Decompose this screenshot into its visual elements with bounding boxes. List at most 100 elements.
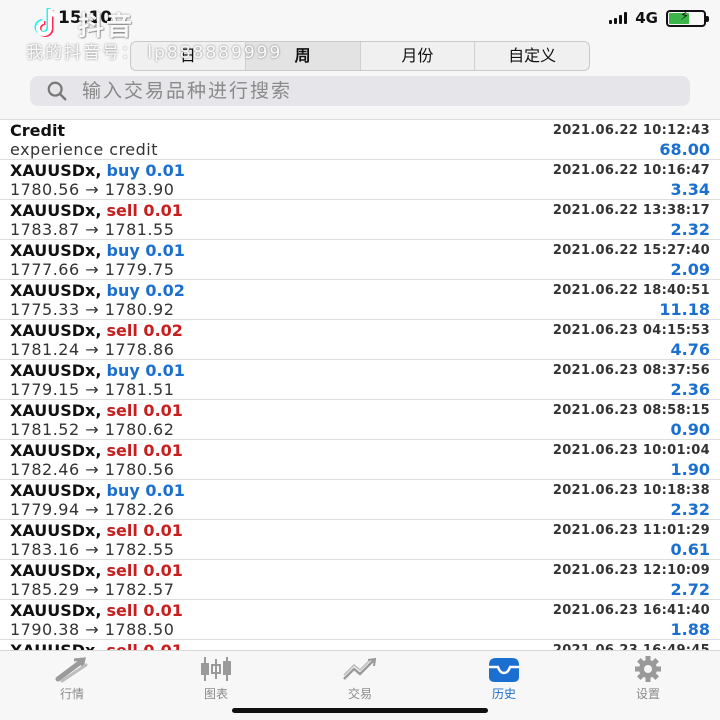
trade-profit: 2.32 <box>670 500 710 519</box>
trade-prices: 1783.16 → 1782.55 <box>10 540 175 559</box>
trade-profit: 0.90 <box>670 420 710 439</box>
tab-settings[interactable]: 设置 <box>576 651 720 720</box>
credit-row[interactable]: Credit 2021.06.22 10:12:43 experience cr… <box>0 120 720 160</box>
trade-instrument: XAUUSDx, buy 0.01 <box>10 361 185 380</box>
trade-time: 2021.06.23 10:18:38 <box>552 483 710 498</box>
trade-instrument: XAUUSDx, buy 0.02 <box>10 281 185 300</box>
trade-symbol: XAUUSDx, <box>10 201 102 220</box>
trade-row[interactable]: XAUUSDx, sell 0.01 2021.06.23 12:10:09 178… <box>0 560 720 600</box>
trade-profit: 2.32 <box>670 220 710 239</box>
trade-side: sell 0.01 <box>106 521 183 540</box>
trade-row[interactable]: XAUUSDx, sell 0.01 2021.06.23 16:41:40 179… <box>0 600 720 640</box>
trade-instrument: XAUUSDx, sell 0.01 <box>10 401 183 420</box>
trade-time: 2021.06.22 15:27:40 <box>552 243 710 258</box>
trade-instrument: XAUUSDx, sell 0.02 <box>10 321 183 340</box>
trade-row[interactable]: XAUUSDx, buy 0.01 2021.06.22 15:27:40 1777… <box>0 240 720 280</box>
trade-prices: 1781.24 → 1778.86 <box>10 340 175 359</box>
tab-label-settings: 设置 <box>635 687 660 701</box>
settings-icon <box>635 656 661 682</box>
trade-profit: 2.09 <box>670 260 710 279</box>
period-tab-month[interactable]: 月份 <box>361 42 476 70</box>
trade-row[interactable]: XAUUSDx, sell 0.01 2021.06.23 11:01:29 178… <box>0 520 720 560</box>
trade-time: 2021.06.22 13:38:17 <box>552 203 710 218</box>
trade-instrument: XAUUSDx, buy 0.01 <box>10 241 185 260</box>
search-input[interactable] <box>82 80 662 102</box>
history-list: Credit 2021.06.22 10:12:43 experience cr… <box>0 120 720 650</box>
trade-side: sell 0.01 <box>106 561 183 580</box>
chart-icon <box>201 657 231 681</box>
trade-symbol: XAUUSDx, <box>10 481 102 500</box>
trade-prices: 1790.38 → 1788.50 <box>10 620 175 639</box>
trade-instrument: XAUUSDx, sell 0.01 <box>10 521 183 540</box>
trade-symbol: XAUUSDx, <box>10 521 102 540</box>
trade-profit: 0.61 <box>670 540 710 559</box>
trade-row[interactable]: XAUUSDx, sell 0.01 2021.06.23 10:01:04 178… <box>0 440 720 480</box>
trade-time: 2021.06.23 10:01:04 <box>552 443 710 458</box>
trade-prices: 1780.56 → 1783.90 <box>10 180 175 199</box>
battery-icon: ⚡ <box>666 9 709 27</box>
trade-icon <box>343 657 377 680</box>
home-indicator <box>232 708 488 713</box>
trade-time: 2021.06.23 08:58:15 <box>552 403 710 418</box>
trade-profit: 2.36 <box>670 380 710 399</box>
trade-symbol: XAUUSDx, <box>10 401 102 420</box>
trade-profit: 1.90 <box>670 460 710 479</box>
search-icon <box>47 81 67 101</box>
trade-side: sell 0.01 <box>107 641 183 650</box>
trade-prices: 1777.66 → 1779.75 <box>10 260 175 279</box>
trade-row[interactable]: XAUUSDx, buy 0.01 2021.06.22 10:16:47 1780… <box>0 160 720 200</box>
trade-instrument: XAUUSDx, buy 0.01 <box>10 481 185 500</box>
trade-prices: 1782.46 → 1780.56 <box>10 460 175 479</box>
trade-row[interactable]: XAUUSDx, buy 0.01 2021.06.23 10:18:38 1779… <box>0 480 720 520</box>
credit-subtitle: experience credit <box>10 140 159 159</box>
trade-row[interactable]: XAUUSDx, sell 0.01 2021.06.23 08:58:15 178… <box>0 400 720 440</box>
history-icon <box>489 658 519 682</box>
credit-time: 2021.06.22 10:12:43 <box>552 123 710 138</box>
trade-time: 2021.06.23 16:49:45 <box>553 643 710 650</box>
trade-symbol: XAUUSDx, <box>10 161 102 180</box>
trade-side: buy 0.01 <box>106 361 185 380</box>
trade-profit: 1.88 <box>670 620 710 639</box>
trade-row[interactable]: XAUUSDx, sell 0.01 2021.06.22 13:38:17 178… <box>0 200 720 240</box>
trade-instrument: XAUUSDx, sell 0.01 <box>10 561 183 580</box>
trade-time: 2021.06.23 04:15:53 <box>552 323 710 338</box>
status-indicators: 4G ⚡ <box>609 9 709 27</box>
trade-symbol: XAUUSDx, <box>10 281 102 300</box>
trade-side: sell 0.01 <box>106 201 183 220</box>
trade-row[interactable]: XAUUSDx, sell 0.01 2021.06.23 16:49:45 <box>0 640 720 650</box>
trade-instrument: XAUUSDx, sell 0.01 <box>10 441 183 460</box>
trade-prices: 1785.29 → 1782.57 <box>10 580 175 599</box>
trade-symbol: XAUUSDx, <box>10 241 102 260</box>
period-tab-custom[interactable]: 自定义 <box>475 42 589 70</box>
trade-symbol: XAUUSDx, <box>10 601 102 620</box>
trade-row[interactable]: XAUUSDx, buy 0.01 2021.06.23 08:37:56 1779… <box>0 360 720 400</box>
trade-symbol: XAUUSDx, <box>10 321 102 340</box>
trade-side: buy 0.01 <box>106 481 185 500</box>
trade-instrument: XAUUSDx, buy 0.01 <box>10 161 185 180</box>
credit-title: Credit <box>10 121 66 140</box>
trade-profit: 11.18 <box>659 300 710 319</box>
search-bar[interactable] <box>30 76 690 106</box>
trade-symbol: XAUUSDx, <box>10 441 102 460</box>
trade-symbol: XAUUSDx, <box>10 641 101 650</box>
tab-quotes[interactable]: 行情 <box>0 651 144 720</box>
trade-symbol: XAUUSDx, <box>10 361 102 380</box>
tab-label-chart: 图表 <box>203 687 228 701</box>
tab-label-history: 历史 <box>491 687 516 701</box>
trade-row[interactable]: XAUUSDx, sell 0.02 2021.06.23 04:15:53 178… <box>0 320 720 360</box>
trade-time: 2021.06.23 11:01:29 <box>552 523 710 538</box>
quotes-icon <box>55 657 88 683</box>
trade-prices: 1779.94 → 1782.26 <box>10 500 175 519</box>
trade-prices: 1781.52 → 1780.62 <box>10 420 175 439</box>
trade-row[interactable]: XAUUSDx, buy 0.02 2021.06.22 18:40:51 1775… <box>0 280 720 320</box>
trade-side: sell 0.02 <box>106 321 183 340</box>
trade-time: 2021.06.23 08:37:56 <box>552 363 710 378</box>
tab-label-quotes: 行情 <box>59 687 84 701</box>
trade-prices: 1775.33 → 1780.92 <box>10 300 175 319</box>
network-type: 4G <box>635 9 658 27</box>
signal-icon <box>609 12 628 24</box>
trade-side: sell 0.01 <box>106 441 183 460</box>
trade-side: sell 0.01 <box>106 401 183 420</box>
trade-time: 2021.06.23 12:10:09 <box>552 563 710 578</box>
douyin-logo <box>34 8 60 37</box>
